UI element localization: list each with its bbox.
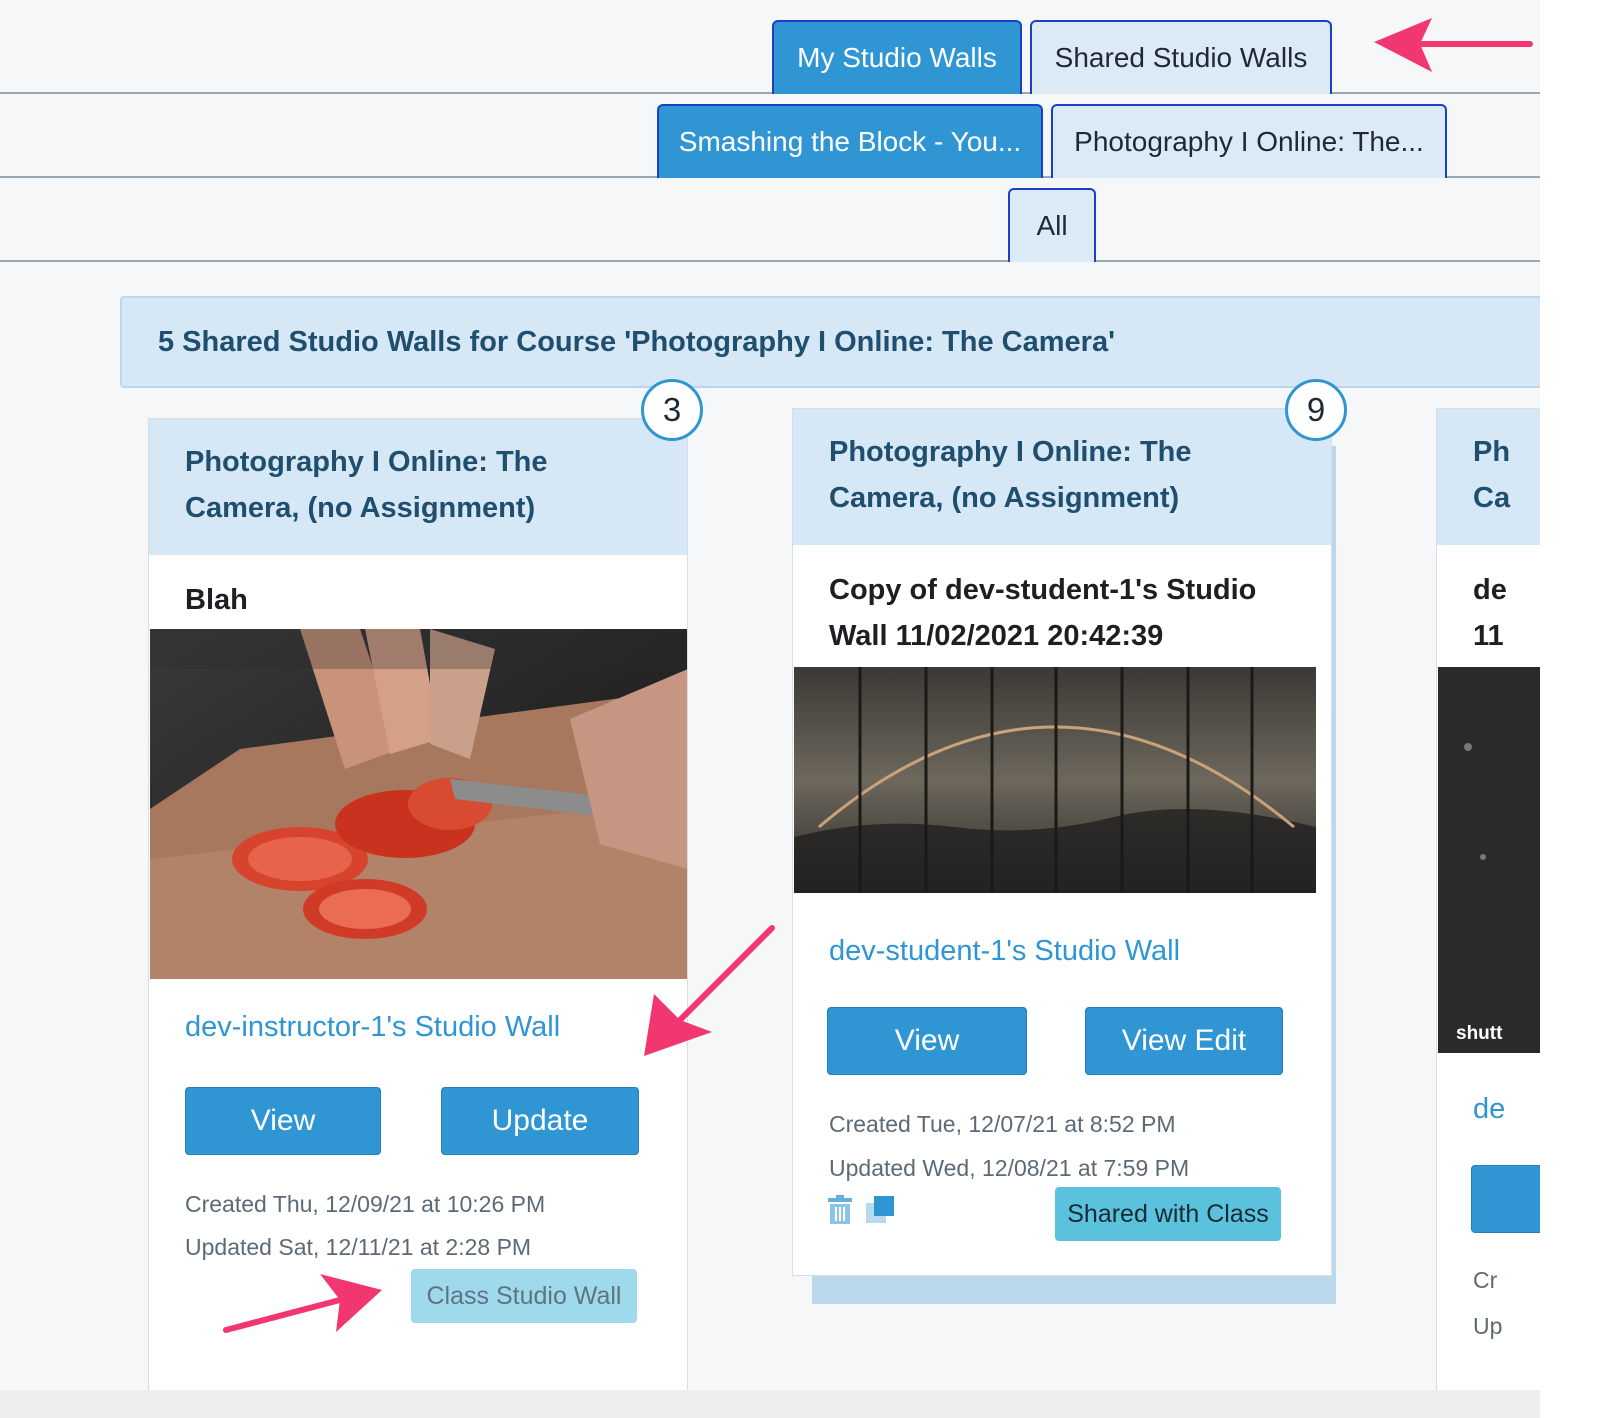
owner-name[interactable]: de	[1473, 1093, 1505, 1125]
card-course-header: Photography I Online: The Camera, (no As…	[793, 409, 1331, 545]
updated-date: Updated Sat, 12/11/21 at 2:28 PM	[185, 1234, 532, 1260]
card-wall-title: de 11	[1437, 545, 1540, 659]
wall-thumbnail-arch-panels[interactable]	[794, 667, 1331, 893]
wall-thumbnail-tomato[interactable]	[150, 629, 687, 979]
card-title-line: Copy of dev-student-1's Studio	[829, 574, 1257, 606]
tab-my-studio-walls[interactable]: My Studio Walls	[772, 20, 1022, 94]
page: My Studio Walls Shared Studio Walls Smas…	[0, 0, 1540, 1390]
wall-owner-link[interactable]: dev-instructor-1's Studio Wall	[185, 1011, 560, 1044]
card-wall-title: Blah	[149, 555, 687, 623]
owner-suffix[interactable]: 's Studio Wall	[1006, 935, 1180, 967]
view-button[interactable]: View	[827, 1007, 1027, 1075]
card-course-line: Photography I Online: The	[185, 446, 548, 478]
tab-shared-studio-walls[interactable]: Shared Studio Walls	[1030, 20, 1332, 94]
card-title-line: 11	[1473, 620, 1504, 652]
card-course-line: Camera, (no Assignment)	[185, 492, 536, 524]
created-date: Cr	[1473, 1267, 1498, 1293]
studio-wall-card: Ph Ca de 11 shutt de Cr Up	[1436, 408, 1540, 1390]
tab-row-wall-type: My Studio Walls Shared Studio Walls	[0, 0, 1540, 94]
copy-icon[interactable]	[865, 1195, 895, 1230]
studio-wall-card: Photography I Online: The Camera, (no As…	[792, 408, 1332, 1276]
tab-row-courses: Smashing the Block - You... Photography …	[0, 92, 1540, 178]
tab-all[interactable]: All	[1008, 188, 1096, 262]
card-title-line: Wall 11/02/2021 20:42:39	[829, 620, 1164, 652]
tab-course-smashing-the-block[interactable]: Smashing the Block - You...	[657, 104, 1043, 178]
studio-wall-card: Photography I Online: The Camera, (no As…	[148, 418, 688, 1390]
card-course-header: Photography I Online: The Camera, (no As…	[149, 419, 687, 555]
view-button[interactable]: View	[185, 1087, 381, 1155]
class-studio-wall-badge: Class Studio Wall	[411, 1269, 637, 1323]
card-course-line: Ph	[1473, 436, 1511, 468]
card-course-line: Ca	[1473, 482, 1511, 514]
shared-with-class-badge: Shared with Class	[1055, 1187, 1281, 1241]
banner-text: 5 Shared Studio Walls for Course 'Photog…	[158, 325, 1115, 358]
item-count-badge: 9	[1285, 379, 1347, 441]
created-date: Created Thu, 12/09/21 at 10:26 PM	[185, 1191, 546, 1217]
card-course-line: Camera, (no Assignment)	[829, 482, 1180, 514]
wall-owner-link[interactable]: de	[1473, 1093, 1505, 1126]
owner-name[interactable]: dev-student-1	[829, 935, 1006, 967]
annotation-arrow-icon	[644, 925, 775, 1056]
annotation-arrow-icon	[1374, 18, 1533, 72]
card-course-line: Photography I Online: The	[829, 436, 1192, 468]
item-count-badge: 3	[641, 379, 703, 441]
card-wall-title: Copy of dev-student-1's Studio Wall 11/0…	[793, 545, 1331, 659]
trash-icon[interactable]	[827, 1195, 853, 1230]
updated-date: Updated Wed, 12/08/21 at 7:59 PM	[829, 1155, 1190, 1181]
update-button[interactable]: Update	[441, 1087, 639, 1155]
card-course-header: Ph Ca	[1437, 409, 1540, 545]
bottom-strip	[0, 1390, 1540, 1418]
view-button[interactable]	[1471, 1165, 1540, 1233]
owner-name[interactable]: dev-instructor-1	[185, 1011, 386, 1043]
shared-walls-summary-banner: 5 Shared Studio Walls for Course 'Photog…	[120, 296, 1540, 388]
card-title-line: Blah	[185, 584, 248, 616]
wall-owner-link[interactable]: dev-student-1's Studio Wall	[829, 935, 1180, 968]
stock-watermark: shutt	[1456, 1023, 1503, 1044]
tab-course-photography-i[interactable]: Photography I Online: The...	[1051, 104, 1447, 178]
created-date: Created Tue, 12/07/21 at 8:52 PM	[829, 1111, 1176, 1137]
wall-thumbnail-stock-photo[interactable]: shutt	[1438, 667, 1540, 1053]
updated-date: Up	[1473, 1313, 1503, 1339]
card-title-line: de	[1473, 574, 1507, 606]
annotation-arrow-icon	[223, 1274, 382, 1333]
view-edit-button[interactable]: View Edit	[1085, 1007, 1283, 1075]
owner-suffix[interactable]: 's Studio Wall	[386, 1011, 560, 1043]
tab-row-assignments: All	[0, 176, 1540, 262]
